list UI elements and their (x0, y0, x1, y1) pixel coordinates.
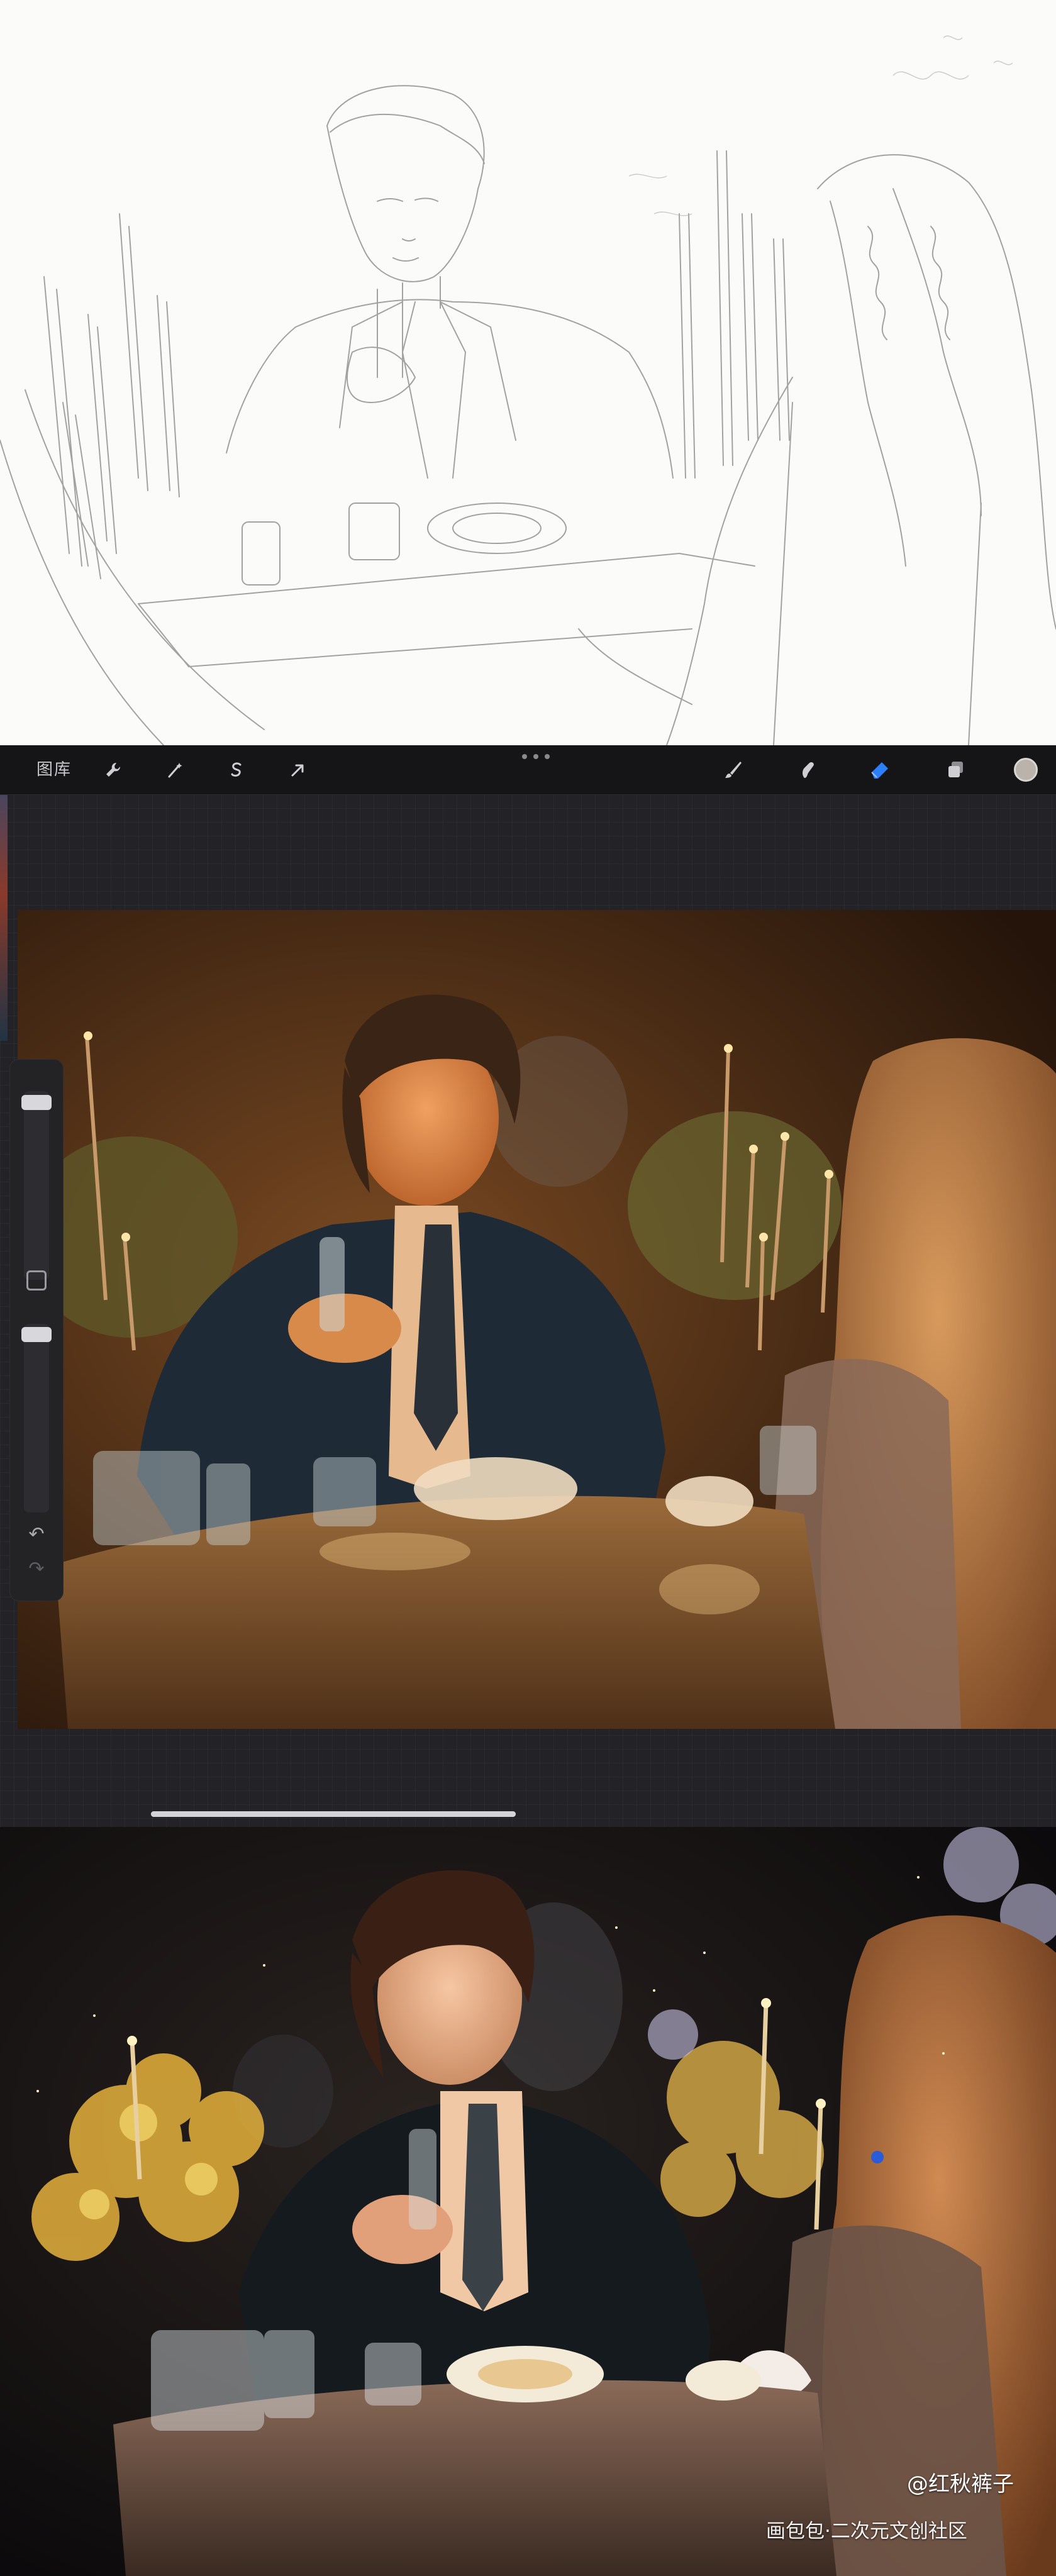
sketch-panel (0, 0, 1056, 745)
redo-button[interactable]: ↷ (24, 1557, 49, 1582)
watermark-site: 画包包·二次元文创社区 (766, 2520, 967, 2543)
magic-wand-icon[interactable] (162, 757, 187, 782)
transform-arrow-icon[interactable] (286, 757, 311, 782)
layers-icon[interactable] (943, 757, 969, 782)
wrench-icon[interactable] (101, 757, 126, 782)
more-options-handle[interactable] (522, 750, 550, 763)
left-sidebar: ↶ ↷ (10, 1060, 63, 1601)
canvas-artwork[interactable] (18, 910, 1056, 1729)
watermark-username: @红秋裤子 (907, 2472, 1014, 2497)
modify-button[interactable] (26, 1270, 47, 1291)
final-painting-panel (0, 1827, 1056, 2576)
pencil-sketch-image (0, 35, 1056, 745)
top-toolbar: 图库 (0, 745, 1056, 795)
brush-size-slider[interactable] (24, 1091, 49, 1280)
selection-icon[interactable] (224, 757, 249, 782)
smudge-icon[interactable] (795, 757, 820, 782)
home-indicator-bar[interactable] (151, 1811, 516, 1817)
brush-icon[interactable] (721, 757, 746, 782)
color-picker-button[interactable] (1014, 758, 1038, 782)
eraser-icon[interactable] (868, 757, 893, 782)
final-painting-image (0, 1827, 1056, 2576)
opacity-slider[interactable] (24, 1324, 49, 1513)
painting-in-progress-image (18, 910, 1056, 1729)
brush-size-thumb[interactable] (21, 1095, 52, 1110)
undo-button[interactable]: ↶ (24, 1522, 49, 1547)
gallery-button[interactable]: 图库 (36, 759, 72, 780)
opacity-thumb[interactable] (21, 1327, 52, 1342)
